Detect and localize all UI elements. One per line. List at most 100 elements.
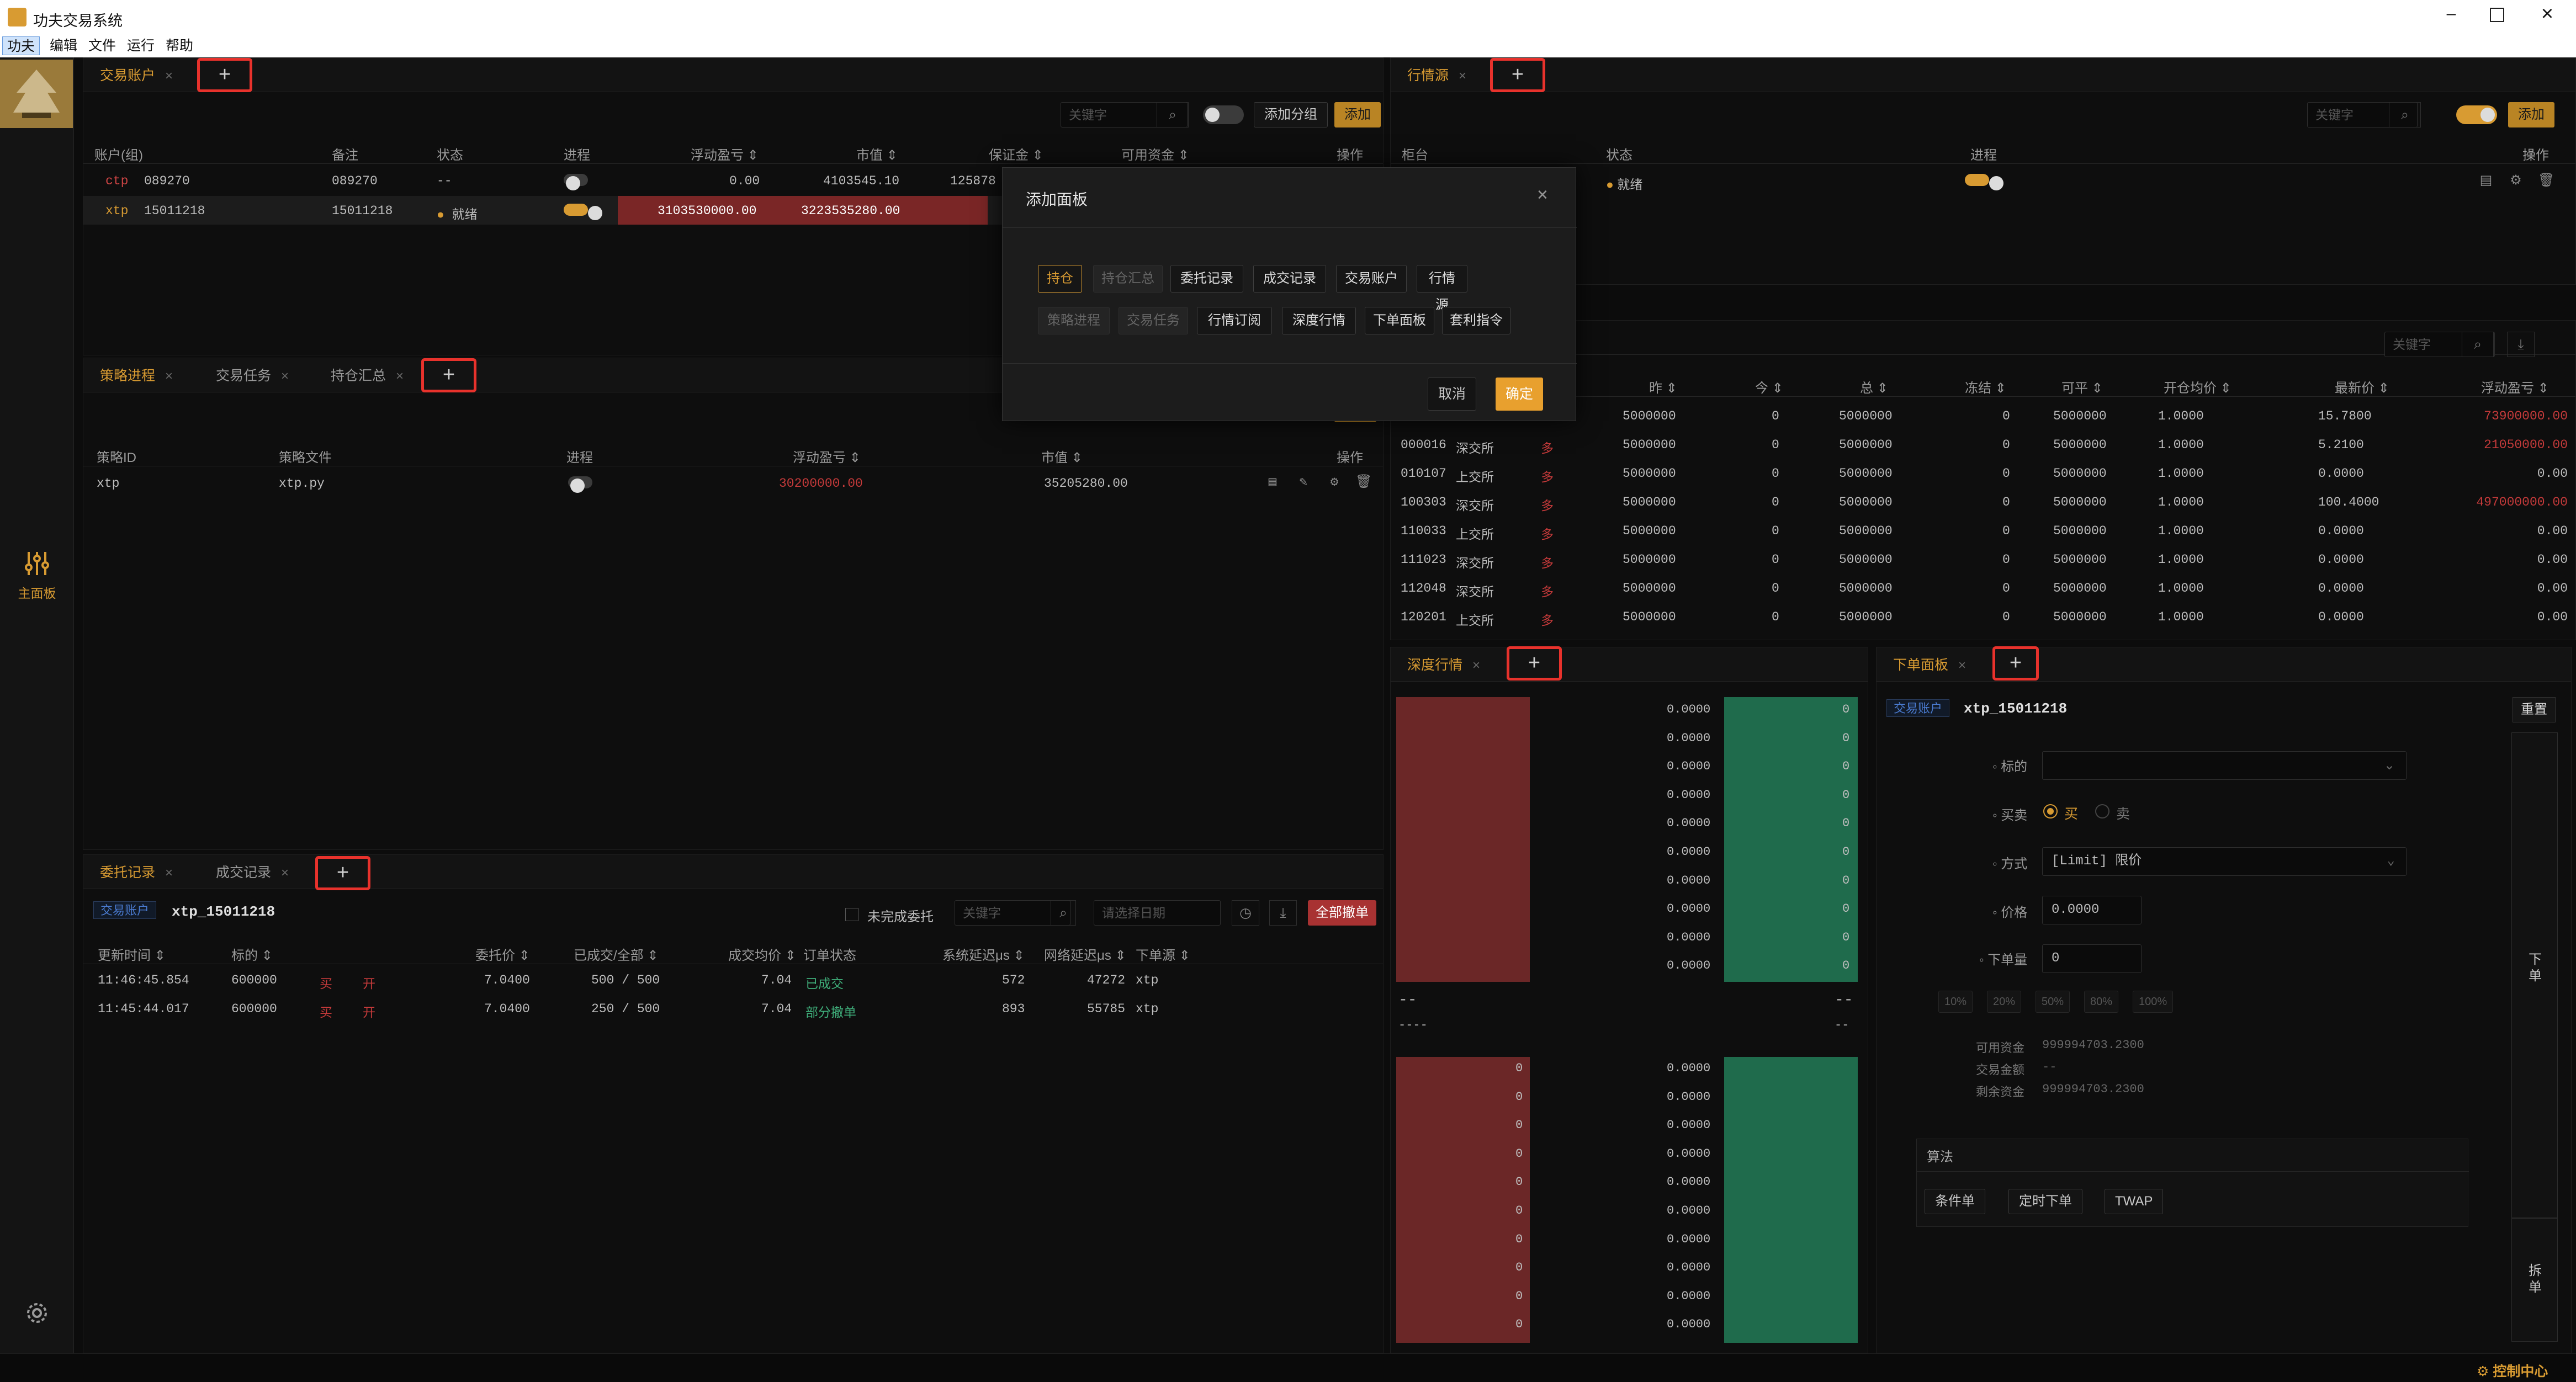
download-icon[interactable]: ⤓ [2507,332,2535,357]
conditional-order-button[interactable]: 条件单 [1925,1189,1985,1214]
bid-price[interactable]: 0.0000 [1667,1118,1710,1132]
col-pnl[interactable]: 浮动盈亏 ⇕ [691,144,759,163]
bid-price[interactable]: 0.0000 [1667,1061,1710,1075]
minimize-icon[interactable]: – [2440,4,2462,26]
menu-help[interactable]: 帮助 [161,36,198,55]
settings-gear-icon[interactable] [23,1299,51,1327]
panel-option[interactable]: 行情订阅 [1197,307,1272,334]
tab-depth[interactable]: 深度行情 × [1407,654,1480,676]
table-row[interactable]: 111023 深交所 多 5000000 0 5000000 0 5000000 1.0000 0… [1391,545,2575,573]
menu-kungfu[interactable]: 功夫 [2,36,40,55]
tab-md-source[interactable]: 行情源 × [1407,65,1466,87]
col-filled[interactable]: 已成交/全部 ⇕ [574,944,658,964]
gear-icon[interactable]: ⚙ [2508,173,2524,188]
trash-icon[interactable]: 🗑 [1355,475,1372,491]
ask-price[interactable]: 0.0000 [1667,731,1710,745]
bid-price[interactable]: 0.0000 [1667,1232,1710,1246]
add-tab-button[interactable]: + [1507,646,1562,681]
ask-price[interactable]: 0.0000 [1667,931,1710,944]
twap-button[interactable]: TWAP [2105,1189,2164,1214]
col-account[interactable]: 账户(组) [94,144,143,163]
main-panel-icon[interactable] [22,549,52,578]
panel-option[interactable]: 持仓汇总 [1093,265,1163,293]
bid-price[interactable]: 0.0000 [1667,1175,1710,1189]
col-last-price[interactable]: 最新价 ⇕ [2335,377,2389,396]
process-toggle[interactable] [564,204,602,220]
table-row[interactable]: 010107 上交所 多 5000000 0 5000000 0 5000000 1.0000 0… [1391,459,2575,487]
add-tab-button[interactable]: + [1992,646,2039,681]
ask-price[interactable]: 0.0000 [1667,788,1710,802]
add-tab-button[interactable]: + [197,58,252,92]
panel-option[interactable]: 深度行情 [1282,307,1356,334]
buy-radio[interactable] [2043,804,2058,818]
tab-orders[interactable]: 委托记录 × [100,862,173,884]
search-icon[interactable]: ⌕ [1051,900,1076,926]
cancel-button[interactable]: 取消 [1428,378,1477,411]
group-toggle[interactable] [1203,105,1244,124]
maximize-icon[interactable] [2490,8,2504,22]
bid-price[interactable]: 0.0000 [1667,1090,1710,1104]
col-avg-price[interactable]: 开仓均价 ⇕ [2164,377,2232,396]
close-icon[interactable]: × [1537,184,1548,206]
history-icon[interactable]: ◷ [1232,900,1259,926]
percent-button[interactable]: 100% [2133,991,2174,1013]
tab-order-entry[interactable]: 下单面板 × [1893,654,1966,676]
ask-price[interactable]: 0.0000 [1667,902,1710,916]
process-toggle[interactable] [1965,174,2003,190]
tab-trade-tasks[interactable]: 交易任务 × [216,365,289,387]
close-tab-icon[interactable]: × [1472,658,1480,673]
add-group-button[interactable]: 添加分组 [1254,102,1328,127]
percent-button[interactable]: 50% [2036,991,2070,1013]
main-panel-label[interactable]: 主面板 [17,583,57,602]
percent-button[interactable]: 10% [1938,991,1973,1013]
col-net-latency[interactable]: 网络延迟μs ⇕ [1044,944,1126,964]
panel-option[interactable]: 下单面板 [1365,307,1434,334]
unfinished-checkbox[interactable] [845,908,858,921]
cancel-all-button[interactable]: 全部撤单 [1308,900,1376,926]
close-tab-icon[interactable]: × [1958,658,1966,673]
menu-file[interactable]: 文件 [84,36,120,55]
volume-input[interactable]: 0 [2042,944,2142,973]
col-pnl[interactable]: 浮动盈亏 ⇕ [2481,377,2549,396]
close-tab-icon[interactable]: × [165,369,173,384]
ask-price[interactable]: 0.0000 [1667,959,1710,972]
col-avg[interactable]: 成交均价 ⇕ [728,944,796,964]
close-tab-icon[interactable]: × [1459,68,1466,83]
bid-price[interactable]: 0.0000 [1667,1289,1710,1303]
instrument-select[interactable]: ⌄ [2042,751,2407,780]
process-toggle[interactable] [568,476,592,493]
search-icon[interactable]: ⌕ [2389,102,2421,127]
close-tab-icon[interactable]: × [281,369,289,384]
panel-option[interactable]: 持仓 [1038,265,1082,293]
panel-option[interactable]: 行情源 [1417,265,1467,312]
add-tab-button[interactable]: + [1490,58,1545,92]
panel-option[interactable]: 成交记录 [1253,265,1326,293]
col-price[interactable]: 委托价 ⇕ [475,944,530,964]
col-market-value[interactable]: 市值 ⇕ [1041,447,1083,466]
gear-icon[interactable]: ⚙ [1327,475,1342,491]
order-type-select[interactable]: [Limit] 限价 ⌄ [2042,847,2407,876]
col-available[interactable]: 可用资金 ⇕ [1121,144,1189,163]
split-order-button[interactable]: 拆单 [2511,1218,2558,1342]
search-icon[interactable]: ⌕ [2462,332,2494,357]
panel-option[interactable]: 策略进程 [1038,307,1110,334]
menu-run[interactable]: 运行 [123,36,159,55]
table-row[interactable]: 100303 深交所 多 5000000 0 5000000 0 5000000 1.0000 1… [1391,487,2575,516]
panel-option[interactable]: 交易账户 [1336,265,1407,293]
add-account-button[interactable]: 添加 [1334,102,1381,127]
place-order-button[interactable]: 下单 [2511,732,2558,1218]
timed-order-button[interactable]: 定时下单 [2008,1189,2082,1214]
col-source[interactable]: 下单源 ⇕ [1136,944,1190,964]
panel-option[interactable]: 交易任务 [1119,307,1188,334]
col-symbol[interactable]: 标的 ⇕ [231,944,273,964]
bid-price[interactable]: 0.0000 [1667,1261,1710,1274]
col-closable[interactable]: 可平 ⇕ [2061,377,2103,396]
ask-price[interactable]: 0.0000 [1667,759,1710,773]
add-md-button[interactable]: 添加 [2508,102,2554,127]
table-row[interactable]: 11:46:45.854 600000 买 开 7.0400 500 / 500… [83,965,1383,994]
table-row[interactable]: 11:45:44.017 600000 买 开 7.0400 250 / 500… [83,994,1383,1023]
panel-option[interactable]: 委托记录 [1170,265,1243,293]
col-td[interactable]: 今 ⇕ [1755,377,1783,396]
col-margin[interactable]: 保证金 ⇕ [989,144,1043,163]
tab-strategy-process[interactable]: 策略进程 × [100,365,173,387]
